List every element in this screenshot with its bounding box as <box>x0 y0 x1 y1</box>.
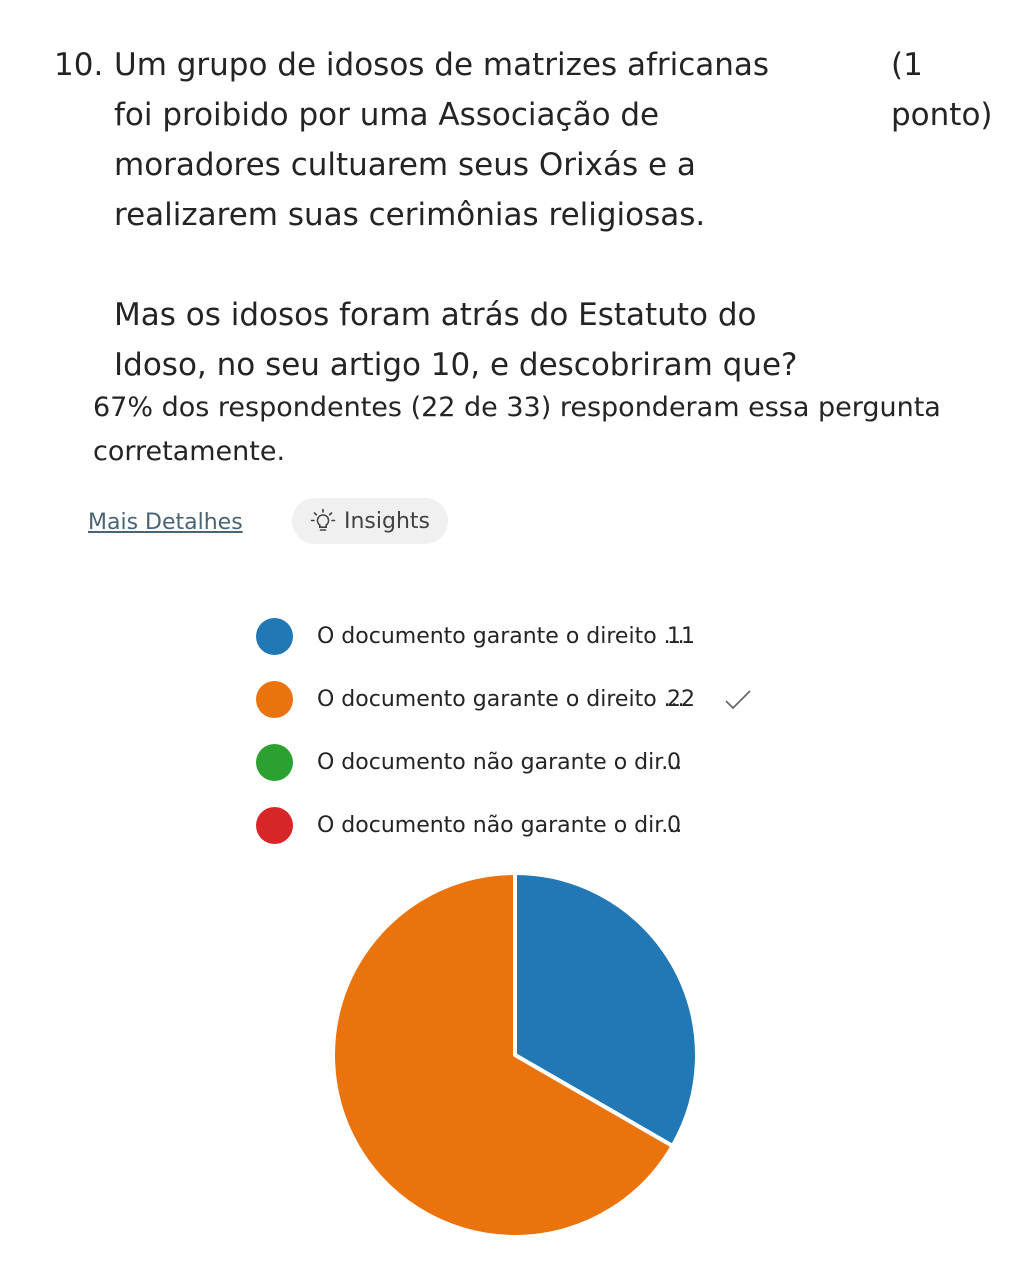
legend-label: O documento garante o direito ... <box>317 624 685 649</box>
legend-count: 0 <box>667 813 681 838</box>
legend-swatch <box>256 681 293 718</box>
legend-swatch <box>256 807 293 844</box>
question-text-paragraph-1: Um grupo de idosos de matrizes africanas… <box>114 47 770 233</box>
legend-item[interactable]: O documento garante o direito ... 22 <box>256 668 816 731</box>
pie-chart-svg <box>331 871 699 1239</box>
legend-label: O documento garante o direito ... <box>317 687 685 712</box>
legend-count: 0 <box>667 750 681 775</box>
question-points: (1 ponto) <box>891 47 993 133</box>
pie-chart <box>320 860 710 1250</box>
chart-legend: O documento garante o direito ... 11 O doc… <box>256 605 816 857</box>
legend-count: 22 <box>667 687 695 712</box>
legend-item[interactable]: O documento não garante o dir... 0 <box>256 731 816 794</box>
insights-button[interactable]: Insights <box>292 498 449 544</box>
legend-item[interactable]: O documento não garante o dir... 0 <box>256 794 816 857</box>
response-summary: 67% dos respondentes (22 de 33) responde… <box>93 392 941 467</box>
legend-swatch <box>256 744 293 781</box>
checkmark-icon <box>725 689 751 709</box>
insights-label: Insights <box>344 508 431 534</box>
question-text-paragraph-2: Mas os idosos foram atrás do Estatuto do… <box>114 297 798 383</box>
question-text: Um grupo de idosos de matrizes africanas… <box>114 40 814 390</box>
legend-label: O documento não garante o dir... <box>317 813 683 838</box>
legend-count: 11 <box>667 624 695 649</box>
question-number: 10. <box>54 47 104 83</box>
more-details-link[interactable]: Mais Detalhes <box>88 507 243 539</box>
legend-swatch <box>256 618 293 655</box>
lightbulb-icon <box>310 508 336 534</box>
legend-item[interactable]: O documento garante o direito ... 11 <box>256 605 816 668</box>
legend-label: O documento não garante o dir... <box>317 750 683 775</box>
